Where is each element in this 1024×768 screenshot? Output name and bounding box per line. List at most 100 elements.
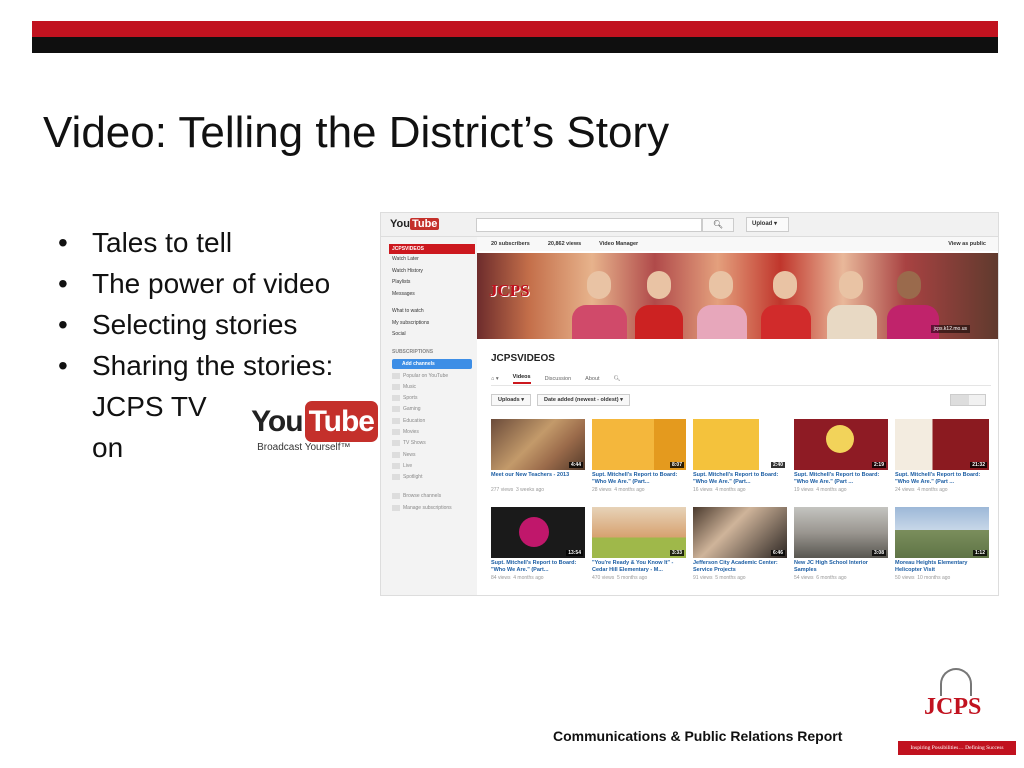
home-icon[interactable]: ⌂ ▾ xyxy=(491,376,499,382)
video-card[interactable]: 3:08 New JC High School Interior Samples… xyxy=(794,507,888,587)
video-meta: 19 views 4 months ago xyxy=(794,487,888,493)
add-channels-button[interactable]: Add channels xyxy=(392,358,472,369)
sidebar-item-playlists[interactable]: Playlists xyxy=(389,277,475,289)
sidebar-item-watch-later[interactable]: Watch Later xyxy=(389,254,475,266)
view-as-public-link[interactable]: View as public xyxy=(948,241,986,247)
search-icon[interactable]: 🔍︎ xyxy=(614,376,621,382)
video-thumbnail[interactable]: 2:19 xyxy=(794,419,888,470)
video-age: 4 months ago xyxy=(917,487,948,493)
video-card[interactable]: 1:12 Moreau Heights Elementary Helicopte… xyxy=(895,507,989,587)
video-manager-link[interactable]: Video Manager xyxy=(599,241,638,247)
video-duration: 3:08 xyxy=(871,550,886,556)
sidebar-browse-channels[interactable]: Browse channels xyxy=(389,491,475,502)
sidebar-channel-item[interactable]: Sports xyxy=(389,393,475,404)
uploads-dropdown[interactable]: Uploads ▾ xyxy=(491,394,531,406)
sidebar-channel-item[interactable]: TV Shows xyxy=(389,438,475,449)
sidebar-channel-item[interactable]: Popular on YouTube xyxy=(389,371,475,382)
upload-label: Upload xyxy=(752,221,773,227)
video-meta: 84 views 4 months ago xyxy=(491,575,585,581)
jcps-logo-text: JCPS xyxy=(924,694,982,720)
video-title[interactable]: Jefferson City Academic Center: Service … xyxy=(693,560,787,574)
slide-footer: Communications & Public Relations Report xyxy=(553,728,843,744)
search-input[interactable] xyxy=(476,218,702,232)
video-card[interactable]: 8:07 Supt. Mitchell's Report to Board: "… xyxy=(592,419,686,499)
sidebar-channel-item[interactable]: Education xyxy=(389,416,475,427)
banner-photo xyxy=(887,305,939,339)
video-title[interactable]: Supt. Mitchell's Report to Board: "Who W… xyxy=(895,472,989,486)
video-thumbnail[interactable]: 4:44 xyxy=(491,419,585,470)
video-thumbnail[interactable]: 3:08 xyxy=(794,507,888,558)
video-views: 50 views xyxy=(895,575,915,581)
tab-about[interactable]: About xyxy=(585,376,599,382)
youtube-brand[interactable]: You Tube xyxy=(390,218,440,230)
sidebar-channel-item[interactable]: Live xyxy=(389,461,475,472)
subscriber-count: 20 subscribers xyxy=(491,241,530,247)
grid-list-toggle[interactable] xyxy=(950,394,986,406)
sidebar-manage-subscriptions[interactable]: Manage subscriptions xyxy=(389,503,475,514)
sidebar-item-my-subscriptions[interactable]: My subscriptions xyxy=(389,318,475,330)
sidebar-channel-item[interactable]: Gaming xyxy=(389,404,475,415)
video-views: 19 views xyxy=(794,487,814,493)
tab-videos[interactable]: Videos xyxy=(512,374,531,384)
video-title[interactable]: Supt. Mitchell's Report to Board: "Who W… xyxy=(491,560,585,574)
banner-photo xyxy=(587,271,611,299)
video-title[interactable]: Meet our New Teachers - 2013 xyxy=(491,472,585,486)
video-thumbnail[interactable]: 1:12 xyxy=(895,507,989,558)
video-thumbnail[interactable]: 13:54 xyxy=(491,507,585,558)
video-title[interactable]: "You're Ready & You Know It" - Cedar Hil… xyxy=(592,560,686,574)
search-button[interactable]: 🔍︎ xyxy=(702,218,734,232)
video-title[interactable]: Supt. Mitchell's Report to Board: "Who W… xyxy=(794,472,888,486)
video-duration: 3:33 xyxy=(669,550,684,556)
sidebar-item-social[interactable]: Social xyxy=(389,329,475,341)
sidebar-item-what-to-watch[interactable]: What to watch xyxy=(389,306,475,318)
video-card[interactable]: 13:54 Supt. Mitchell's Report to Board: … xyxy=(491,507,585,587)
sort-dropdown[interactable]: Date added (newest - oldest) ▾ xyxy=(537,394,630,406)
sidebar-channel-item[interactable]: Music xyxy=(389,382,475,393)
sidebar-channel-header[interactable]: JCPSVIDEOS xyxy=(389,244,475,254)
video-age: 3 weeks ago xyxy=(516,487,545,493)
banner-photo xyxy=(709,271,733,299)
video-age: 4 months ago xyxy=(614,487,645,493)
video-meta: 28 views 4 months ago xyxy=(592,487,686,493)
video-age: 10 months ago xyxy=(917,575,951,581)
slide-title: Video: Telling the District’s Story xyxy=(43,108,670,157)
video-meta: 24 views 4 months ago xyxy=(895,487,989,493)
video-card[interactable]: 2:19 Supt. Mitchell's Report to Board: "… xyxy=(794,419,888,499)
video-card[interactable]: 21:32 Supt. Mitchell's Report to Board: … xyxy=(895,419,989,499)
video-thumbnail[interactable]: 2:40 xyxy=(693,419,787,470)
sidebar-channel-item[interactable]: Spotlight xyxy=(389,472,475,483)
video-card[interactable]: 4:44 Meet our New Teachers - 2013 277 vi… xyxy=(491,419,585,499)
video-duration: 21:32 xyxy=(970,462,987,468)
uploads-dropdown-label: Uploads xyxy=(498,397,520,403)
video-thumbnail[interactable]: 8:07 xyxy=(592,419,686,470)
search-icon: 🔍︎ xyxy=(712,220,724,229)
sidebar-item-watch-history[interactable]: Watch History xyxy=(389,266,475,278)
channel-banner: JCPS jcps.k12.mo.us xyxy=(477,253,998,339)
video-meta: 50 views 10 months ago xyxy=(895,575,989,581)
sidebar-channel-item[interactable]: Movies xyxy=(389,427,475,438)
video-age: 4 months ago xyxy=(816,487,847,493)
sidebar-item-messages[interactable]: Messages xyxy=(389,289,475,301)
video-card[interactable]: 6:46 Jefferson City Academic Center: Ser… xyxy=(693,507,787,587)
video-card[interactable]: 2:40 Supt. Mitchell's Report to Board: "… xyxy=(693,419,787,499)
view-count: 20,862 views xyxy=(547,241,582,247)
bullet-item: Tales to tell xyxy=(58,222,378,263)
sidebar-channel-item[interactable]: News xyxy=(389,450,475,461)
jcps-logo: JCPS Inspiring Possibilities… Defining S… xyxy=(898,664,1016,758)
video-title[interactable]: Supt. Mitchell's Report to Board: "Who W… xyxy=(592,472,686,486)
tab-discussion[interactable]: Discussion xyxy=(545,376,572,382)
video-duration: 1:12 xyxy=(972,550,987,556)
video-thumbnail[interactable]: 21:32 xyxy=(895,419,989,470)
video-title[interactable]: Supt. Mitchell's Report to Board: "Who W… xyxy=(693,472,787,486)
video-thumbnail[interactable]: 3:33 xyxy=(592,507,686,558)
video-title[interactable]: New JC High School Interior Samples xyxy=(794,560,888,574)
video-title[interactable]: Moreau Heights Elementary Helicopter Vis… xyxy=(895,560,989,574)
sidebar-subscriptions-heading: SUBSCRIPTIONS xyxy=(392,348,434,355)
video-card[interactable]: 3:33 "You're Ready & You Know It" - Ceda… xyxy=(592,507,686,587)
banner-site-link[interactable]: jcps.k12.mo.us xyxy=(930,325,970,333)
banner-photo xyxy=(839,271,863,299)
video-age: 4 months ago xyxy=(715,487,746,493)
banner-jcps-logo-text: JCPS xyxy=(489,281,530,300)
upload-button[interactable]: Upload ▾ xyxy=(746,217,789,232)
video-thumbnail[interactable]: 6:46 xyxy=(693,507,787,558)
